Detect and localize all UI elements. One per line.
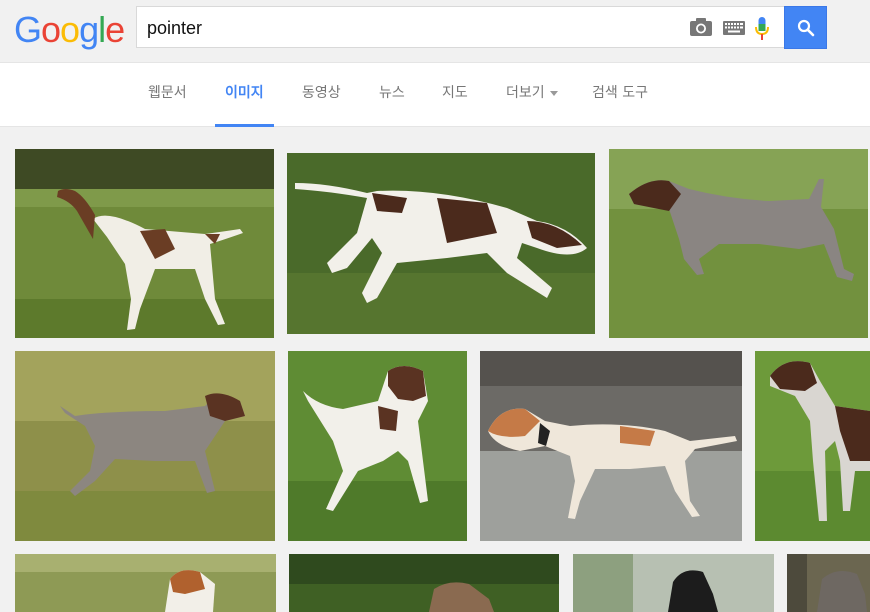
tab-label: 검색 도구	[592, 85, 648, 101]
image-result-thumbnail	[287, 153, 595, 334]
image-result-thumbnail	[573, 554, 774, 612]
tab-label: 지도	[442, 85, 468, 101]
tab-label: 웹문서	[148, 85, 187, 101]
tab-news[interactable]: 뉴스	[379, 63, 405, 127]
header: Google	[0, 0, 870, 62]
tab-label: 이미지	[225, 85, 264, 101]
image-result[interactable]	[289, 554, 559, 612]
tab-label: 더보기	[506, 85, 545, 101]
image-result[interactable]	[288, 351, 467, 541]
tab-videos[interactable]: 동영상	[302, 63, 341, 127]
image-result[interactable]	[573, 554, 774, 612]
image-result-thumbnail	[15, 554, 276, 612]
tab-label: 뉴스	[379, 85, 405, 101]
chevron-down-icon	[549, 90, 558, 96]
microphone-icon[interactable]	[754, 17, 770, 45]
logo-letter: G	[14, 9, 42, 50]
image-result[interactable]	[15, 554, 276, 612]
image-result[interactable]	[787, 554, 870, 612]
tab-more[interactable]: 더보기	[506, 63, 558, 127]
camera-icon[interactable]	[689, 17, 713, 41]
logo-letter: l	[98, 9, 106, 50]
search-icon	[797, 19, 814, 36]
google-logo[interactable]: Google	[14, 9, 125, 50]
logo-letter: o	[60, 9, 80, 50]
image-result-thumbnail	[755, 351, 870, 541]
image-result[interactable]	[15, 149, 274, 338]
image-result[interactable]	[609, 149, 868, 338]
keyboard-icon[interactable]	[723, 20, 745, 39]
tab-search-tools[interactable]: 검색 도구	[592, 63, 648, 127]
tab-web[interactable]: 웹문서	[148, 63, 187, 127]
search-input[interactable]	[145, 15, 669, 41]
image-result-thumbnail	[609, 149, 868, 338]
image-results-grid	[0, 127, 870, 612]
search-box	[136, 6, 784, 48]
search-tabs: 웹문서 이미지 동영상 뉴스 지도 더보기 검색 도구	[0, 62, 870, 127]
image-result-thumbnail	[289, 554, 559, 612]
search-button[interactable]	[784, 6, 827, 49]
logo-letter: g	[79, 9, 99, 50]
image-result[interactable]	[755, 351, 870, 541]
logo-letter: o	[41, 9, 61, 50]
image-result[interactable]	[15, 351, 275, 541]
image-result-thumbnail	[787, 554, 870, 612]
image-result-thumbnail	[480, 351, 742, 541]
logo-letter: e	[105, 9, 125, 50]
tab-images[interactable]: 이미지	[215, 63, 274, 127]
image-result-thumbnail	[15, 351, 275, 541]
tab-label: 동영상	[302, 85, 341, 101]
image-result-thumbnail	[15, 149, 274, 338]
image-result-thumbnail	[288, 351, 467, 541]
tab-maps[interactable]: 지도	[442, 63, 468, 127]
image-result[interactable]	[287, 153, 595, 334]
image-result[interactable]	[480, 351, 742, 541]
